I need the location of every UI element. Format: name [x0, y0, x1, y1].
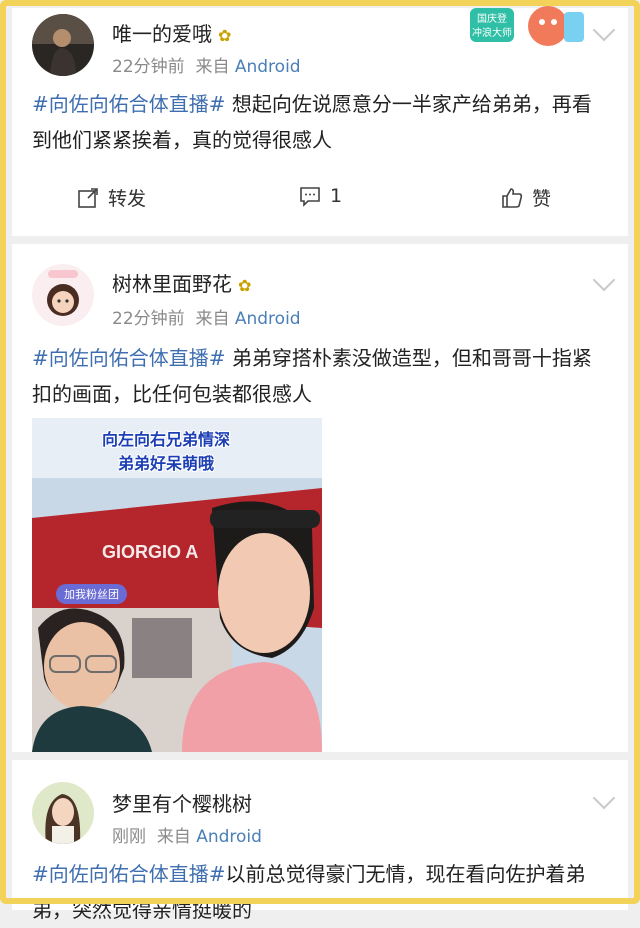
video-caption-line2: 弟弟好呆萌哦 — [118, 454, 215, 473]
sunflower-badge-icon: ✿ — [218, 26, 232, 45]
hashtag-link[interactable]: #向佐向佑合体直播# — [32, 346, 226, 370]
chevron-down-icon[interactable] — [592, 268, 616, 292]
post-text: #向佐向佑合体直播#以前总觉得豪门无情，现在看向佐护着弟弟，突然觉得亲情挺暖的 — [32, 862, 586, 922]
store-sign: GIORGIO A — [102, 542, 198, 562]
avatar[interactable] — [32, 264, 94, 326]
promo-banner[interactable]: 国庆登 冲浪大师 — [468, 2, 588, 58]
promo-line1: 国庆登 — [477, 12, 507, 25]
post-text: #向佐向佑合体直播# 弟弟穿搭朴素没做造型，但和哥哥十指紧扣的画面，比任何包装都… — [32, 346, 592, 406]
repost-icon — [78, 187, 98, 208]
username[interactable]: 梦里有个樱桃树 — [112, 788, 252, 817]
username[interactable]: 树林里面野花 ✿ — [112, 268, 251, 297]
username[interactable]: 唯一的爱哦 ✿ — [112, 18, 231, 47]
avatar[interactable] — [32, 14, 94, 76]
repost-label: 转发 — [108, 188, 147, 210]
hashtag-link[interactable]: #向佐向佑合体直播# — [32, 862, 226, 886]
repost-button[interactable]: 转发 — [76, 184, 146, 211]
post-meta: 22分钟前 来自 Android — [112, 309, 301, 329]
video-thumbnail[interactable]: GIORGIO A 向左向右兄弟情深 弟弟好呆萌哦 加我粉丝团 — [32, 418, 322, 752]
like-button[interactable]: 赞 — [500, 184, 551, 211]
post-actions: 转发 1 赞 — [12, 178, 628, 228]
avatar[interactable] — [32, 782, 94, 844]
chevron-down-icon[interactable] — [592, 18, 616, 42]
hashtag-link[interactable]: #向佐向佑合体直播# — [32, 92, 226, 116]
comment-button[interactable]: 1 — [298, 184, 342, 208]
post-card-3: 梦里有个樱桃树 刚刚 来自 Android #向佐向佑合体直播#以前总觉得豪门无… — [12, 760, 628, 922]
like-label: 赞 — [532, 188, 552, 210]
post-meta: 22分钟前 来自 Android — [112, 57, 301, 77]
video-caption: 向左向右兄弟情深 弟弟好呆萌哦 — [102, 428, 230, 476]
fan-club-sticker: 加我粉丝团 — [56, 584, 127, 604]
post-text: #向佐向佑合体直播# 想起向佐说愿意分一半家产给弟弟，再看到他们紧紧挨着，真的觉… — [32, 92, 592, 152]
comment-count: 1 — [330, 185, 343, 207]
post-meta: 刚刚 来自 Android — [112, 827, 262, 847]
chevron-down-icon[interactable] — [592, 786, 616, 810]
sunflower-badge-icon: ✿ — [238, 276, 252, 295]
post-card-2: 树林里面野花 ✿ 22分钟前 来自 Android #向佐向佑合体直播# 弟弟穿搭… — [12, 244, 628, 752]
video-caption-line1: 向左向右兄弟情深 — [102, 430, 231, 449]
thumbs-up-icon — [502, 187, 523, 208]
post-card-1: 唯一的爱哦 ✿ 22分钟前 来自 Android 国庆登 冲浪大师 #向佐向佑合体… — [12, 6, 628, 236]
comment-icon — [300, 187, 320, 207]
promo-line2: 冲浪大师 — [472, 26, 512, 39]
